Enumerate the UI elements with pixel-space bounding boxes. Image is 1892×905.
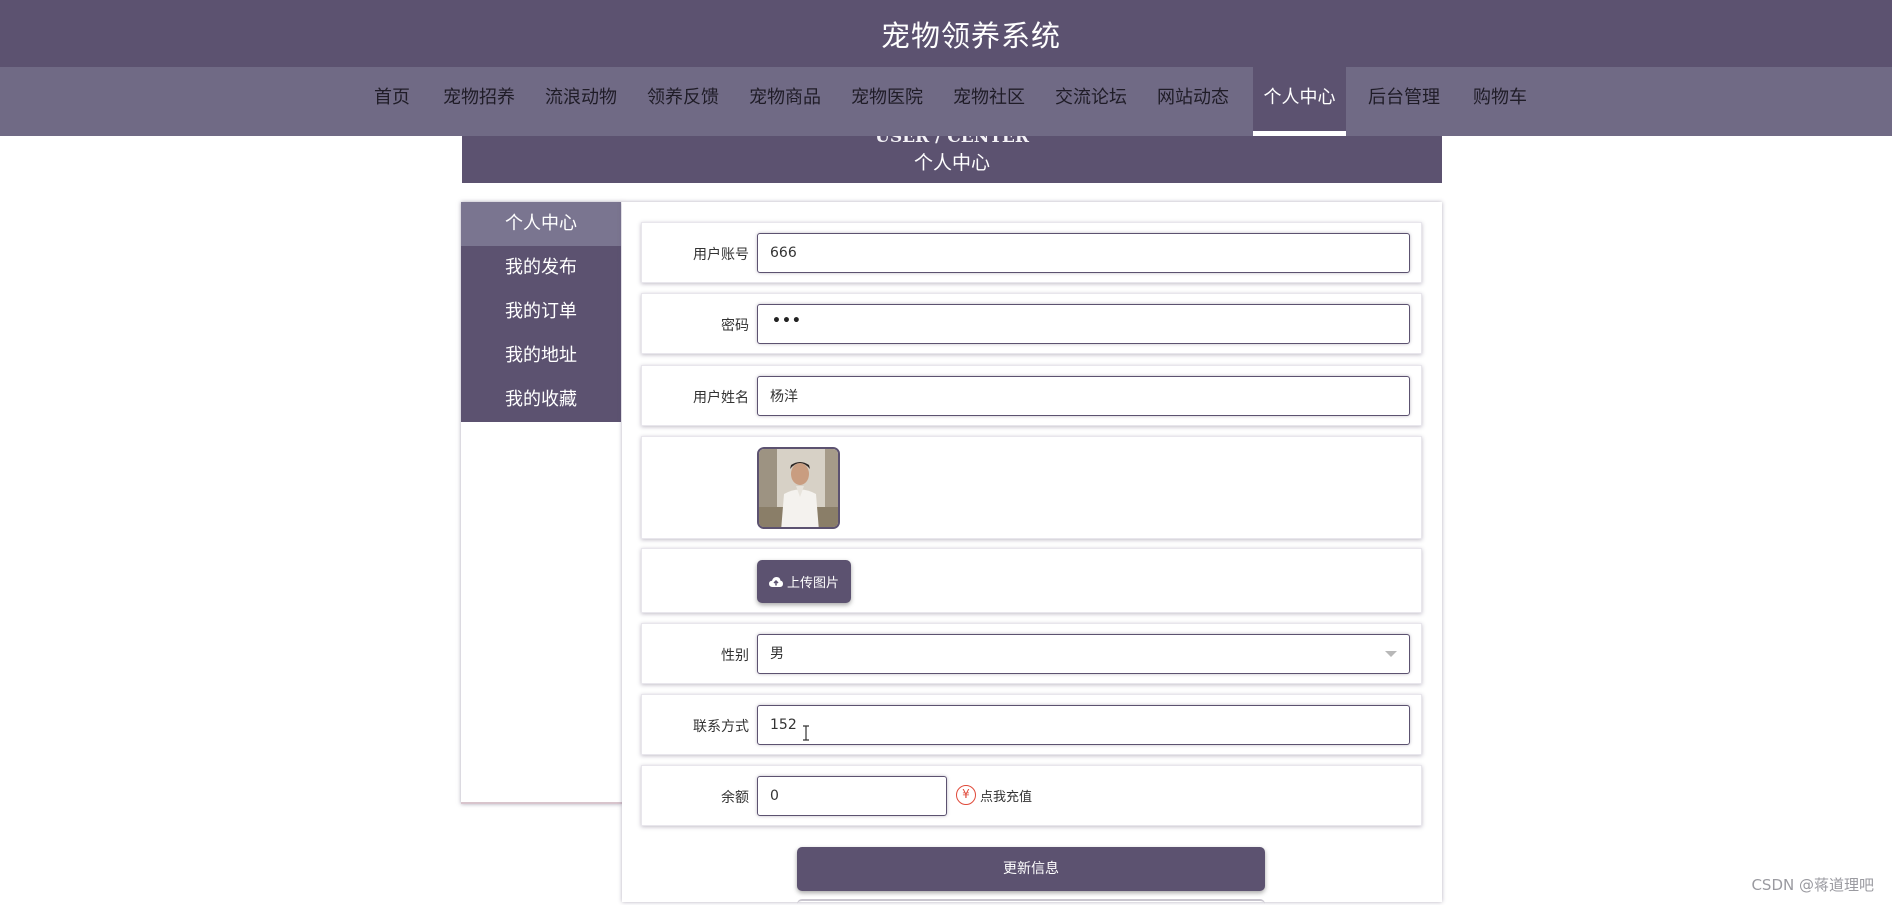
contact-label: 联系方式 [693,719,749,735]
sidebar-item-my-orders[interactable]: 我的订单 [461,290,621,334]
contact-row: 联系方式 [641,694,1422,755]
avatar-image [757,447,840,529]
page-title: 个人中心 [913,152,990,174]
update-info-button[interactable]: 更新信息 [797,847,1265,891]
gender-select[interactable]: 男 [757,634,1410,674]
balance-input[interactable]: 0 [757,776,947,816]
upload-image-button[interactable]: 上传图片 [757,560,851,603]
user-sidebar: 个人中心 我的发布 我的订单 我的地址 我的收藏 [461,202,622,804]
nav-item-pet-hospital[interactable]: 宠物医院 [851,67,923,136]
nav-item-site-news[interactable]: 网站动态 [1157,67,1229,136]
gender-label: 性别 [721,648,749,664]
next-button-edge [797,899,1265,905]
page-banner: USER / CENTER 个人中心 [462,136,1442,183]
nav-item-cart[interactable]: 购物车 [1473,67,1527,136]
account-row: 用户账号 [641,222,1422,283]
watermark: CSDN @蒋道理吧 [1751,876,1874,894]
site-title: 宠物领养系统 [880,18,1061,53]
sidebar-item-personal-center[interactable]: 个人中心 [461,202,621,246]
password-label: 密码 [721,318,749,334]
main-navigation: 首页 宠物招养 流浪动物 领养反馈 宠物商品 宠物医院 宠物社区 交流论坛 网站… [0,67,1892,136]
sidebar-item-my-posts[interactable]: 我的发布 [461,246,621,290]
recharge-label: 点我充值 [980,789,1033,805]
name-row: 用户姓名 [641,365,1422,426]
password-row: 密码 ••• [641,293,1422,354]
sidebar-item-my-favorites[interactable]: 我的收藏 [461,378,621,422]
nav-item-admin[interactable]: 后台管理 [1368,67,1440,136]
account-label: 用户账号 [693,247,749,263]
nav-item-personal-center[interactable]: 个人中心 [1253,67,1346,136]
nav-item-pet-adoption[interactable]: 宠物招养 [443,67,515,136]
cloud-upload-icon [768,576,783,587]
nav-item-home[interactable]: 首页 [374,67,410,136]
site-header: 宠物领养系统 [0,0,1892,67]
nav-item-pet-community[interactable]: 宠物社区 [953,67,1025,136]
password-input[interactable] [757,304,1410,344]
sidebar-item-my-address[interactable]: 我的地址 [461,334,621,378]
nav-item-adoption-feedback[interactable]: 领养反馈 [647,67,719,136]
profile-form-panel: 用户账号 密码 ••• 用户姓名 [622,202,1442,902]
balance-row: 余额 0 ¥ 点我充值 [641,765,1422,826]
password-dots: ••• [772,313,802,329]
account-input[interactable] [757,233,1410,273]
gender-row: 性别 男 [641,623,1422,684]
banner-subtitle: USER / CENTER [875,136,1029,147]
contact-input[interactable] [757,705,1410,745]
balance-label: 余额 [721,790,749,806]
nav-item-stray-animals[interactable]: 流浪动物 [545,67,617,136]
avatar-row [641,436,1422,539]
nav-item-pet-products[interactable]: 宠物商品 [749,67,821,136]
upload-row: 上传图片 [641,548,1422,613]
nav-item-personal-center-label: 个人中心 [1263,87,1336,108]
upload-button-label: 上传图片 [786,576,839,591]
yen-icon: ¥ [956,785,976,805]
chevron-down-icon [1385,651,1397,657]
nav-item-forum[interactable]: 交流论坛 [1055,67,1127,136]
avatar-photo-icon [759,449,838,527]
name-label: 用户姓名 [693,390,749,406]
gender-selected-value: 男 [770,646,784,662]
text-cursor-icon [803,725,809,741]
name-input[interactable] [757,376,1410,416]
recharge-link[interactable]: ¥ 点我充值 [956,785,1032,805]
